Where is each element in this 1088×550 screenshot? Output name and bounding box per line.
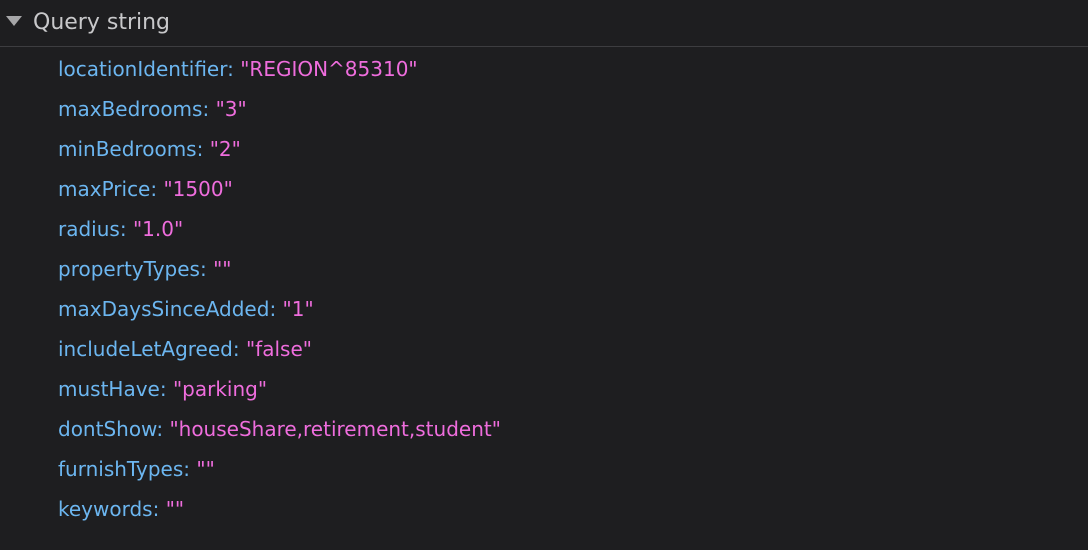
param-key: includeLetAgreed (58, 337, 233, 361)
param-separator: : (159, 377, 173, 401)
param-separator: : (227, 57, 241, 81)
param-value: "false" (245, 337, 312, 361)
param-separator: : (156, 417, 170, 441)
param-value: "" (165, 497, 185, 521)
query-string-panel: Query string locationIdentifier: "REGION… (0, 0, 1088, 550)
param-value: "" (213, 257, 232, 281)
param-separator: : (196, 137, 210, 161)
param-separator: : (202, 97, 216, 121)
param-key: minBedrooms (58, 137, 197, 161)
param-key: dontShow (58, 417, 157, 441)
section-title: Query string (33, 10, 171, 35)
query-param-row[interactable]: maxBedrooms: "3" (58, 94, 501, 134)
param-key: mustHave (58, 377, 160, 401)
param-key: radius (58, 217, 120, 241)
param-separator: : (152, 497, 166, 521)
query-param-row[interactable]: maxDaysSinceAdded: "1" (58, 294, 501, 334)
param-value: "1.0" (132, 217, 184, 241)
param-value: "3" (215, 97, 247, 121)
param-key: keywords (58, 497, 153, 521)
query-param-row[interactable]: dontShow: "houseShare,retirement,student… (58, 414, 501, 454)
param-separator: : (232, 337, 246, 361)
param-separator: : (150, 177, 164, 201)
param-key: locationIdentifier (58, 57, 228, 81)
query-param-row[interactable]: locationIdentifier: "REGION^85310" (58, 54, 501, 94)
param-value: "1500" (163, 177, 233, 201)
param-value: "REGION^85310" (240, 57, 418, 81)
param-key: furnishTypes (58, 457, 184, 481)
param-key: maxBedrooms (58, 97, 203, 121)
param-value: "parking" (172, 377, 268, 401)
query-param-row[interactable]: keywords: "" (58, 494, 501, 534)
param-separator: : (199, 257, 214, 281)
query-param-row[interactable]: minBedrooms: "2" (58, 134, 501, 174)
query-param-row[interactable]: maxPrice: "1500" (58, 174, 501, 214)
param-key: propertyTypes (58, 257, 200, 281)
query-string-section-header[interactable]: Query string (0, 0, 1088, 47)
query-param-row[interactable]: furnishTypes: "" (58, 454, 501, 494)
param-value: "2" (209, 137, 241, 161)
query-param-row[interactable]: mustHave: "parking" (58, 374, 501, 414)
param-value: "1" (282, 297, 314, 321)
param-separator: : (183, 457, 197, 481)
query-param-list: locationIdentifier: "REGION^85310" maxBe… (58, 54, 501, 534)
query-param-row[interactable]: includeLetAgreed: "false" (58, 334, 501, 374)
param-separator: : (119, 217, 133, 241)
param-key: maxDaysSinceAdded (58, 297, 270, 321)
query-param-row[interactable]: propertyTypes: "" (58, 254, 501, 294)
triangle-down-icon[interactable] (6, 16, 22, 26)
query-param-row[interactable]: radius: "1.0" (58, 214, 501, 254)
param-value: "houseShare,retirement,student" (169, 417, 501, 441)
param-separator: : (269, 297, 283, 321)
param-value: "" (196, 457, 215, 481)
param-key: maxPrice (58, 177, 151, 201)
